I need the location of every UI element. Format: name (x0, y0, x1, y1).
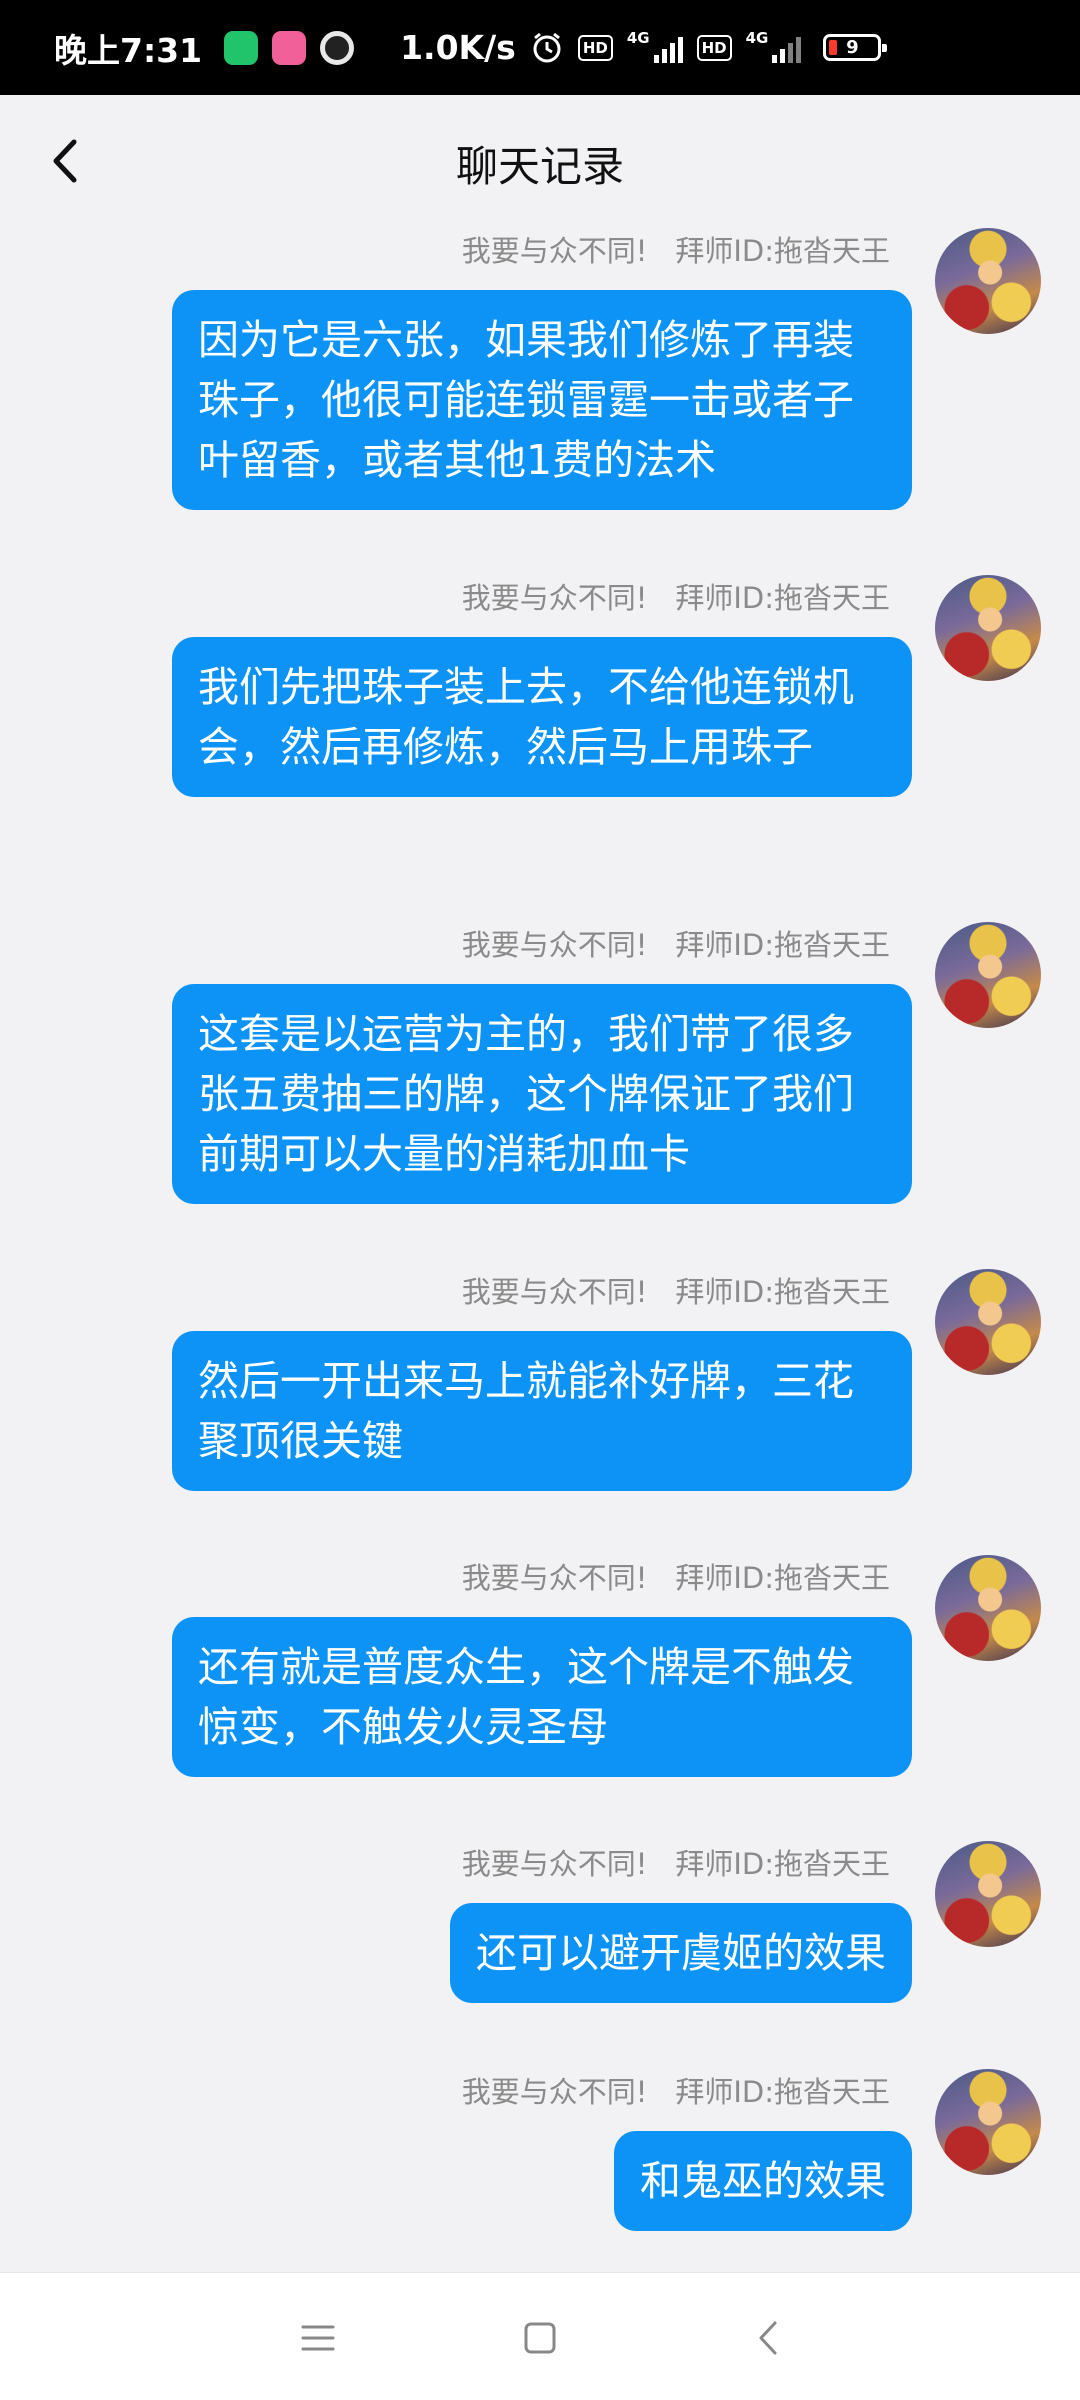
message-meta: 我要与众不同! 拜师ID:拖沓天王 (462, 1269, 890, 1311)
avatar[interactable] (935, 1841, 1041, 1947)
avatar[interactable] (935, 575, 1041, 681)
sender-name: 我要与众不同! (461, 1561, 648, 1595)
avatar[interactable] (935, 1555, 1041, 1661)
avatar[interactable] (935, 228, 1041, 334)
message-bubble[interactable]: 这套是以运营为主的，我们带了很多张五费抽三的牌，这个牌保证了我们前期可以大量的消… (172, 984, 912, 1204)
master-id: 拜师ID:拖沓天王 (675, 2075, 890, 2109)
master-id: 拜师ID:拖沓天王 (675, 1275, 890, 1309)
message-meta: 我要与众不同! 拜师ID:拖沓天王 (462, 922, 890, 964)
signal-icon-2: 4G (746, 29, 802, 63)
sender-name: 我要与众不同! (461, 234, 648, 268)
recents-button[interactable] (283, 2303, 353, 2373)
status-time: 晚上7:31 (54, 30, 203, 70)
network-speed: 1.0K/s (400, 28, 516, 67)
bilibili-app-icon (272, 30, 307, 65)
chat-history-screen: 晚上7:31 1.0K/s HD 4G HD 4G 9 聊天记录 我要与众不同!… (0, 0, 1080, 2400)
message-bubble[interactable]: 还可以避开虞姬的效果 (450, 1903, 912, 2003)
page-title: 聊天记录 (455, 142, 624, 191)
signal-icon-1: 4G (627, 29, 683, 63)
message-bubble[interactable]: 然后一开出来马上就能补好牌，三花聚顶很关键 (172, 1331, 912, 1491)
header: 聊天记录 (0, 95, 1080, 230)
message-bubble[interactable]: 还有就是普度众生，这个牌是不触发惊变，不触发火灵圣母 (172, 1617, 912, 1777)
avatar[interactable] (935, 1269, 1041, 1375)
shield-app-icon (224, 30, 259, 65)
hd-badge-2: HD (696, 34, 732, 61)
home-button[interactable] (505, 2303, 575, 2373)
sender-name: 我要与众不同! (461, 1275, 648, 1309)
master-id: 拜师ID:拖沓天王 (675, 234, 890, 268)
sender-name: 我要与众不同! (461, 1847, 648, 1881)
master-id: 拜师ID:拖沓天王 (675, 1561, 890, 1595)
message-bubble[interactable]: 和鬼巫的效果 (614, 2131, 912, 2231)
camera-app-icon (320, 30, 355, 65)
battery-level: 9 (846, 37, 859, 58)
message-meta: 我要与众不同! 拜师ID:拖沓天王 (462, 1555, 890, 1597)
master-id: 拜师ID:拖沓天王 (675, 581, 890, 615)
sender-name: 我要与众不同! (461, 581, 648, 615)
message-meta: 我要与众不同! 拜师ID:拖沓天王 (462, 575, 890, 617)
message-meta: 我要与众不同! 拜师ID:拖沓天王 (462, 1841, 890, 1883)
status-bar: 晚上7:31 1.0K/s HD 4G HD 4G 9 (0, 0, 1080, 95)
master-id: 拜师ID:拖沓天王 (675, 1847, 890, 1881)
battery-icon: 9 (823, 34, 888, 61)
avatar[interactable] (935, 922, 1041, 1028)
message-meta: 我要与众不同! 拜师ID:拖沓天王 (462, 2069, 890, 2111)
menu-icon (301, 2325, 335, 2351)
system-nav-bar (0, 2272, 1080, 2400)
sender-name: 我要与众不同! (461, 928, 648, 962)
system-back-button[interactable] (733, 2303, 803, 2373)
message-bubble[interactable]: 我们先把珠子装上去，不给他连锁机会，然后再修炼，然后马上用珠子 (172, 637, 912, 797)
sender-name: 我要与众不同! (461, 2075, 648, 2109)
master-id: 拜师ID:拖沓天王 (675, 928, 890, 962)
avatar[interactable] (935, 2069, 1041, 2175)
hd-badge-1: HD (577, 34, 613, 61)
message-meta: 我要与众不同! 拜师ID:拖沓天王 (462, 228, 890, 270)
back-triangle-icon (759, 2321, 777, 2355)
home-square-icon (524, 2322, 556, 2354)
alarm-icon (530, 31, 564, 65)
message-bubble[interactable]: 因为它是六张，如果我们修炼了再装珠子，他很可能连锁雷霆一击或者子叶留香，或者其他… (172, 290, 912, 510)
